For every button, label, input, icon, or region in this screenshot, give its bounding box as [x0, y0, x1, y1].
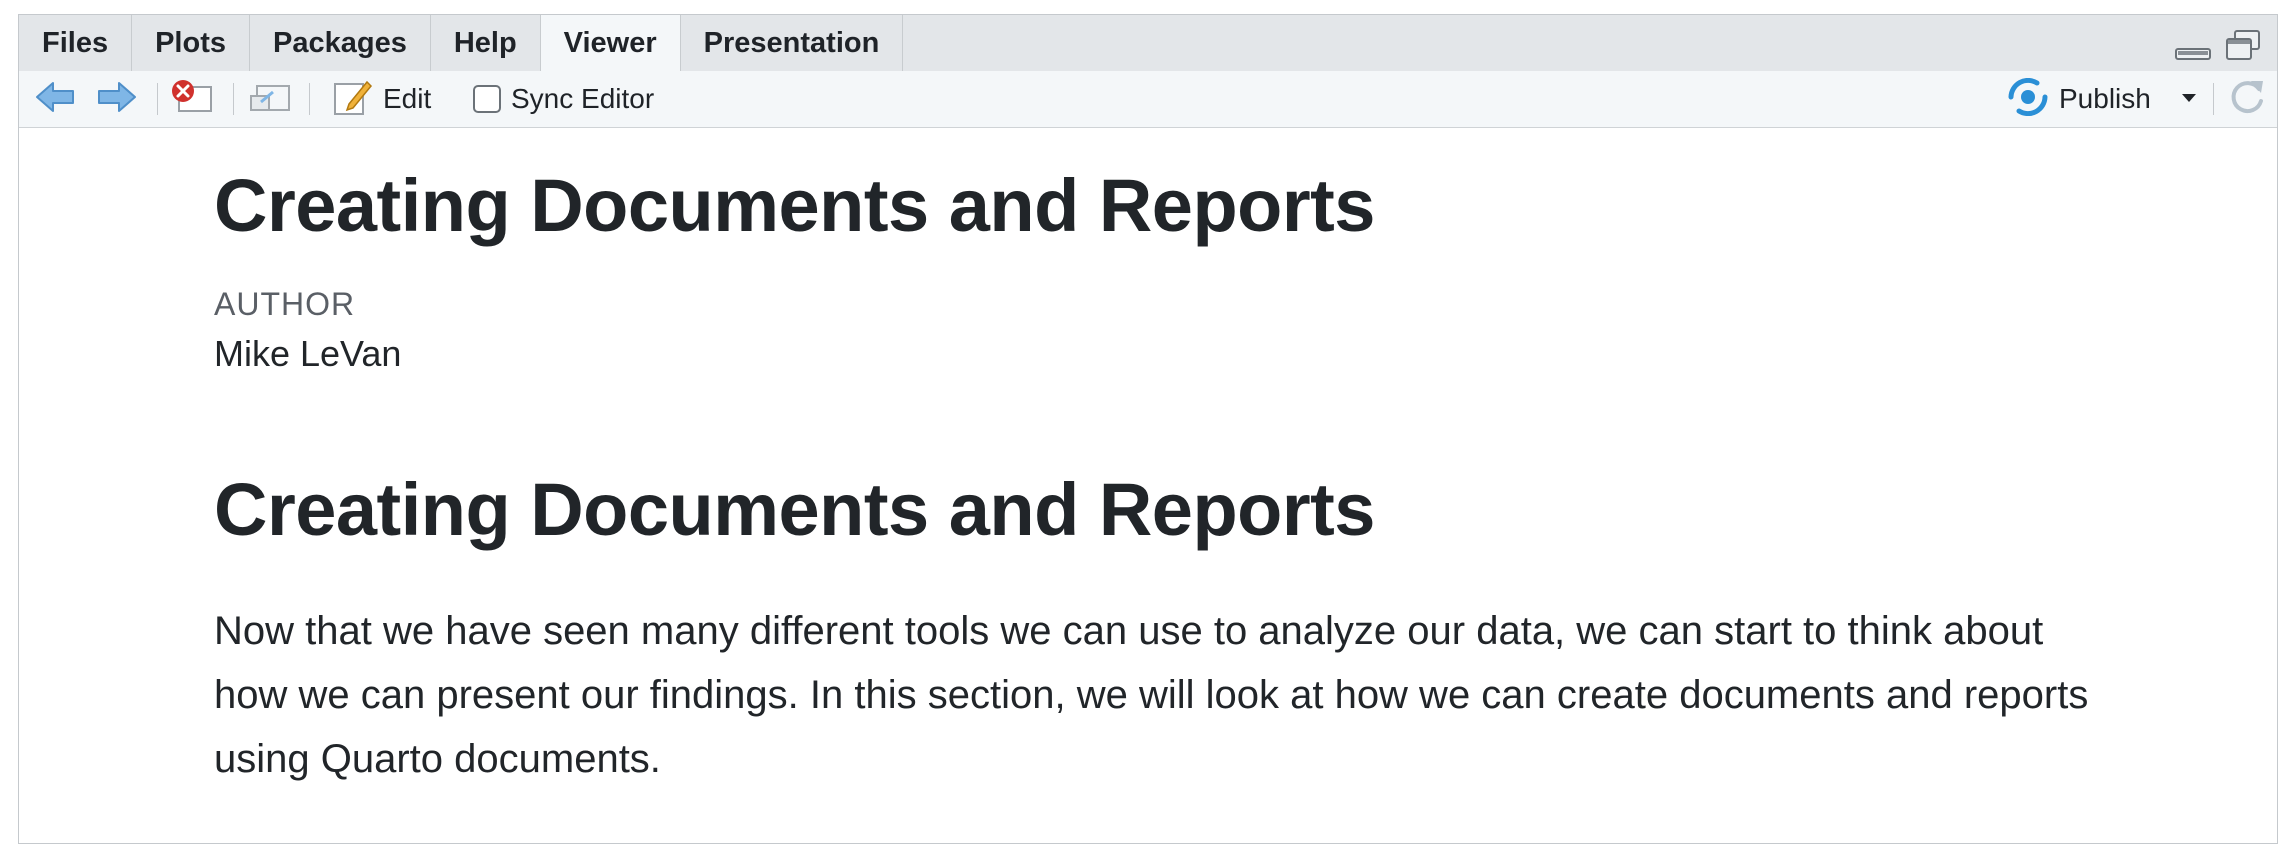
tab-viewer[interactable]: Viewer [540, 15, 681, 72]
sync-editor-checkbox[interactable] [473, 85, 501, 113]
refresh-icon [2227, 77, 2267, 122]
intro-paragraph: Now that we have seen many different too… [214, 608, 2089, 781]
minimize-pane-icon[interactable] [2175, 41, 2211, 66]
tab-presentation[interactable]: Presentation [680, 15, 904, 71]
section-heading: Creating Documents and Reports [214, 468, 1375, 552]
pencil-note-icon [333, 78, 373, 121]
tab-packages[interactable]: Packages [250, 15, 431, 71]
toolbar-separator [309, 83, 310, 115]
toolbar-separator [157, 83, 158, 115]
document-content: Creating Documents and Reports AUTHOR Mi… [214, 165, 2114, 791]
document-title: Creating Documents and Reports [214, 164, 1375, 247]
author-label: AUTHOR [214, 286, 356, 323]
viewer-pane: Files Plots Packages Help Viewer Present… [18, 14, 2278, 844]
maximize-pane-icon[interactable] [2225, 29, 2261, 66]
forward-button[interactable] [97, 71, 137, 127]
toolbar-separator [233, 83, 234, 115]
tab-help[interactable]: Help [430, 15, 541, 71]
tab-list: Files Plots Packages Help Viewer Present… [19, 15, 904, 72]
author-name: Mike LeVan [214, 333, 402, 375]
clear-viewer-button[interactable] [169, 71, 215, 127]
show-in-new-window-icon [249, 80, 291, 119]
sync-editor-toggle[interactable]: Sync Editor [473, 71, 654, 127]
chevron-down-icon[interactable] [2181, 90, 2197, 108]
arrow-left-icon [35, 80, 75, 119]
publish-icon [2007, 77, 2049, 121]
remove-viewer-icon [169, 79, 215, 120]
tab-files[interactable]: Files [19, 15, 133, 71]
toolbar-separator [2213, 83, 2214, 115]
tab-plots[interactable]: Plots [132, 15, 250, 71]
refresh-button[interactable] [2227, 71, 2267, 127]
window-controls [2175, 29, 2261, 66]
publish-button[interactable]: Publish [2007, 71, 2197, 127]
sync-editor-label: Sync Editor [511, 83, 655, 114]
back-button[interactable] [35, 71, 75, 127]
publish-label: Publish [2059, 83, 2151, 114]
viewer-toolbar: Edit Sync Editor Publish [19, 71, 2277, 128]
show-in-new-window-button[interactable] [249, 71, 291, 127]
tab-bar: Files Plots Packages Help Viewer Present… [19, 15, 2277, 72]
arrow-right-icon [97, 80, 137, 119]
edit-button[interactable]: Edit [333, 71, 431, 127]
edit-label: Edit [383, 83, 432, 114]
